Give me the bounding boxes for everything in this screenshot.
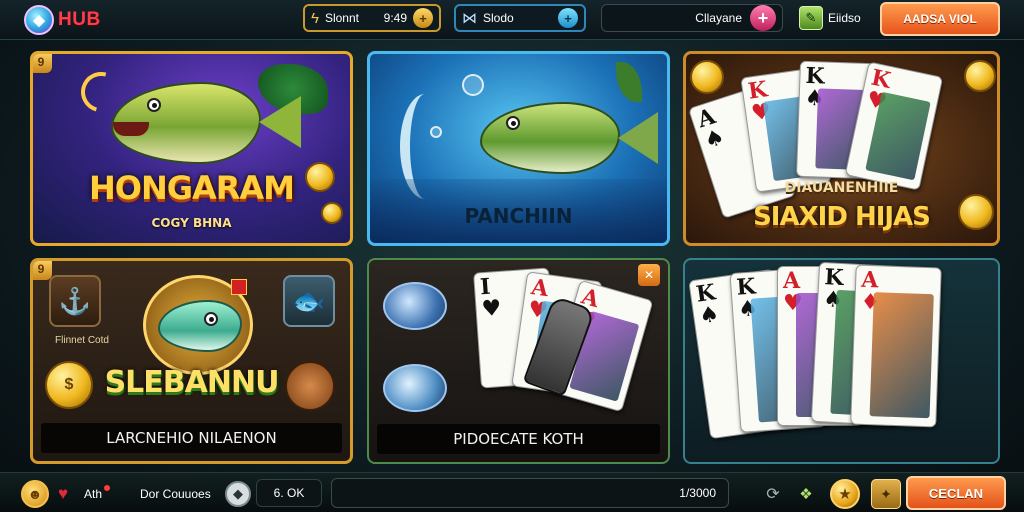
lightning-icon: ϟ (311, 9, 319, 27)
spinner-icon[interactable]: ⟳ (762, 483, 784, 505)
game-card-6[interactable]: K ♠ K ♠ A ♥ K ♠ A ♦ (683, 258, 1000, 464)
player-name-label: Cllayane (695, 11, 742, 25)
card-badge: 9 (33, 261, 52, 280)
fish-icon (383, 364, 447, 412)
fish-icon (480, 102, 620, 174)
game-subtitle: COGY BHNA (151, 216, 232, 230)
game-card-5[interactable]: ✕ I♥A♥A♥ PIDOECATE KOTH (367, 258, 670, 464)
progress-pill: 1/3000 (331, 478, 729, 508)
seaweed-icon (616, 62, 642, 102)
notification-dot (104, 485, 110, 491)
add-friend-button[interactable]: + (750, 5, 776, 31)
fish-icon (111, 82, 261, 164)
bag-icon[interactable]: ✦ (871, 479, 901, 509)
avatar[interactable]: ☻ (21, 480, 49, 508)
blue-currency-pill[interactable]: ⋈ Slodo + (454, 4, 586, 32)
add-gold-button[interactable]: + (413, 8, 433, 28)
game-title: SLEBANNU (104, 365, 280, 400)
fish-icon: ⋈ (462, 10, 477, 27)
hub-logo-icon: ◆ (24, 5, 54, 35)
game-title: PANCHIIN (464, 204, 573, 228)
bottom-cta-button[interactable]: CECLAN (906, 476, 1006, 510)
game-title-small: DIAUANENHIIE (784, 180, 899, 196)
top-cta-button[interactable]: AADSA VIOL (880, 2, 1000, 36)
bottom-bar: ☻ ♥ Ath Dor Couuoes ◆ 6. OK 1/3000 ⟳ ❖ ★… (0, 472, 1024, 512)
fish-tail (259, 96, 301, 148)
game-title: SIAXID HIJAS (753, 202, 931, 232)
logo-text: HUB (58, 9, 101, 30)
top-bar: ◆ HUB ϟ Slonnt 9:49 + ⋈ Slodo + Cllayane… (0, 0, 1024, 40)
gold-label: Slonnt (324, 11, 359, 25)
diamond-icon[interactable]: ◆ (225, 481, 251, 507)
game-label-bar: LARCNEHIO NILAENON (41, 423, 342, 453)
close-icon[interactable]: ✕ (638, 264, 660, 286)
edit-icon: ✎ (799, 6, 823, 30)
account-label[interactable]: Ath (84, 487, 102, 501)
star-coin-icon[interactable]: ★ (830, 479, 860, 509)
treasure-icon[interactable]: ⚓ (49, 275, 101, 327)
dm-label[interactable]: Dor Couuoes (140, 487, 211, 501)
icon-label: Flinnet Cotd (55, 335, 109, 346)
fish-tail (618, 112, 658, 164)
balance-pill: 6. OK (256, 479, 322, 507)
gift-icon[interactable]: ❖ (795, 483, 817, 505)
card-art (869, 292, 934, 419)
player-name-pill[interactable]: Cllayane + (601, 4, 783, 32)
game-label-bar: PIDOECATE KOTH (377, 424, 660, 454)
edit-label: Eiidso (828, 11, 861, 25)
game-card-4[interactable]: 9 ⚓ Flinnet Cotd 🐟 $ SLEBANNU LARCNEHIO … (30, 258, 353, 464)
coin-icon (964, 60, 996, 92)
heart-icon[interactable]: ♥ (58, 484, 68, 504)
gold-value: 9:49 (383, 11, 407, 25)
blue-label: Slodo (483, 11, 514, 25)
game-title: HONGARAM (88, 169, 295, 207)
bubble-icon (462, 74, 484, 96)
card-badge: 9 (33, 54, 52, 73)
game-card-1[interactable]: 9 HONGARAM COGY BHNA (30, 51, 353, 246)
game-card-2[interactable]: PANCHIIN (367, 51, 670, 246)
flag-icon (231, 279, 247, 295)
app-logo[interactable]: ◆ HUB (24, 5, 101, 35)
playing-card: A ♦ (850, 264, 942, 428)
gold-currency-pill[interactable]: ϟ Slonnt 9:49 + (303, 4, 441, 32)
coin-icon (690, 60, 724, 94)
add-blue-button[interactable]: + (558, 8, 578, 28)
game-card-3[interactable]: A ♠ K ♥ K ♠ K ♥ DIAUANENHIIE SIAXID HIJAS (683, 51, 1000, 246)
edit-profile[interactable]: ✎ Eiidso (799, 6, 861, 30)
fish-icon (383, 282, 447, 330)
fish-tile-icon[interactable]: 🐟 (283, 275, 335, 327)
